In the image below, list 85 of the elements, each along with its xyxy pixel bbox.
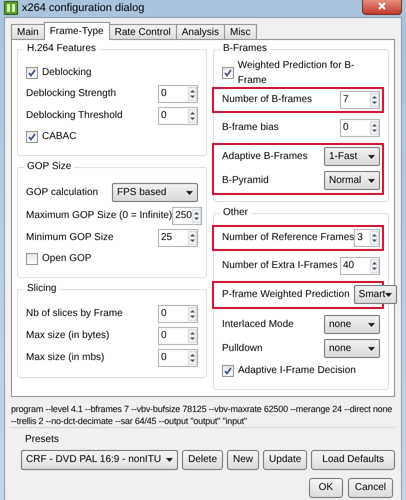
spin-box[interactable]: 0 — [340, 118, 380, 136]
field-label: Number of B-frames — [222, 93, 312, 107]
checkbox[interactable] — [222, 66, 234, 78]
spin-box[interactable]: 0 — [158, 348, 198, 366]
spin-box[interactable]: 7 — [340, 90, 380, 108]
spin-box[interactable]: 3 — [354, 228, 380, 246]
caret-icon — [368, 178, 375, 182]
field-label: Deblocking Threshold — [26, 109, 123, 123]
spin-box[interactable]: 0 — [158, 106, 198, 124]
caret-icon — [368, 322, 375, 326]
caret-icon — [166, 458, 174, 462]
preset-dropdown[interactable]: CRF - DVD PAL 16:9 - nonITU — [21, 450, 178, 470]
close-button[interactable] — [362, 0, 402, 16]
presets-label: Presets — [25, 432, 60, 446]
window-title: x264 configuration dialog — [22, 1, 146, 16]
preset-button[interactable]: Update — [263, 450, 308, 470]
checkbox[interactable] — [26, 252, 38, 264]
checkbox[interactable] — [222, 364, 234, 376]
tab[interactable]: Analysis — [176, 24, 225, 40]
spin-box[interactable]: 40 — [340, 256, 380, 274]
spin-arrows-icon — [370, 92, 379, 106]
field-label: Nb of slices by Frame — [26, 307, 123, 321]
tab[interactable]: Misc — [224, 24, 257, 40]
checkbox-label: CABAC — [42, 130, 76, 144]
spin-arrows-icon — [188, 306, 197, 320]
caret-icon — [186, 190, 193, 194]
caret-icon — [368, 346, 375, 350]
spin-arrows-icon — [188, 108, 197, 122]
spin-box[interactable]: 25 — [158, 228, 198, 246]
field-label: Deblocking Strength — [26, 87, 116, 101]
spin-box[interactable]: 0 — [158, 326, 198, 344]
spin-arrows-icon — [192, 208, 201, 222]
field-label: P-frame Weighted Prediction — [222, 288, 350, 302]
dropdown[interactable]: 1-Fast — [324, 147, 380, 166]
spin-arrows-icon — [370, 120, 379, 134]
checkmark-icon — [28, 68, 36, 76]
checkmark-icon — [224, 366, 232, 374]
dialog-button[interactable]: OK — [308, 478, 343, 498]
dropdown[interactable]: Smart — [354, 285, 398, 304]
caret-icon — [385, 292, 392, 296]
field-label: Pulldown — [222, 342, 263, 356]
checkbox-label: Adaptive I-Frame Decision — [238, 364, 356, 378]
tab[interactable]: Rate Control — [108, 24, 177, 40]
checkbox[interactable] — [26, 130, 38, 142]
spin-arrows-icon — [188, 350, 197, 364]
command-line-text: program --level 4.1 --bframes 7 --vbv-bufsize 78125 --vbv-maxrate 62500 --merange 24 --direct none --trellis 2 --no-dct-decimate --sar 64/45 --output "output" "input" — [11, 402, 394, 426]
dropdown[interactable]: FPS based — [112, 183, 198, 202]
field-label: Adaptive B-Frames — [222, 150, 308, 164]
field-label: B-Pyramid — [222, 174, 269, 188]
close-icon — [378, 2, 386, 10]
dropdown[interactable]: Normal — [324, 171, 380, 190]
checkbox-label: Deblocking — [42, 66, 92, 80]
spin-arrows-icon — [188, 230, 197, 244]
preset-button[interactable]: Load Defaults — [311, 450, 395, 470]
field-label: Number of Reference Frames — [222, 231, 354, 245]
field-label: Maximum GOP Size (0 = Infinite) — [26, 209, 172, 223]
checkmark-icon — [28, 132, 36, 140]
checkbox[interactable] — [26, 66, 38, 78]
spin-arrows-icon — [188, 86, 197, 100]
field-label: GOP calculation — [26, 186, 98, 200]
app-icon — [4, 1, 18, 16]
field-label: Max size (in mbs) — [26, 351, 104, 365]
checkbox-label: Open GOP — [42, 252, 92, 266]
spin-box[interactable]: 0 — [158, 84, 198, 102]
field-label: Max size (in bytes) — [26, 329, 110, 343]
checkbox-label: Weighted Prediction for B-Frame — [238, 58, 356, 88]
spin-arrows-icon — [370, 258, 379, 272]
dropdown[interactable]: none — [324, 339, 380, 358]
checkmark-icon — [224, 68, 232, 76]
tab[interactable]: Frame-Type — [44, 22, 110, 40]
spin-arrows-icon — [188, 328, 197, 342]
dialog-button[interactable]: Cancel — [348, 478, 393, 498]
dropdown[interactable]: none — [324, 315, 380, 334]
preset-button[interactable]: New — [227, 450, 260, 470]
field-label: Interlaced Mode — [222, 318, 294, 332]
spin-box[interactable]: 0 — [158, 304, 198, 322]
group-title: Slicing — [24, 282, 60, 296]
caret-icon — [368, 154, 375, 158]
tab[interactable]: Main — [11, 24, 45, 40]
field-label: Number of Extra I-Frames — [222, 259, 338, 273]
preset-button[interactable]: Delete — [182, 450, 224, 470]
field-label: Minimum GOP Size — [26, 231, 114, 245]
spin-box[interactable]: 250 — [172, 206, 202, 224]
spin-arrows-icon — [370, 230, 379, 244]
field-label: B-frame bias — [222, 121, 279, 135]
